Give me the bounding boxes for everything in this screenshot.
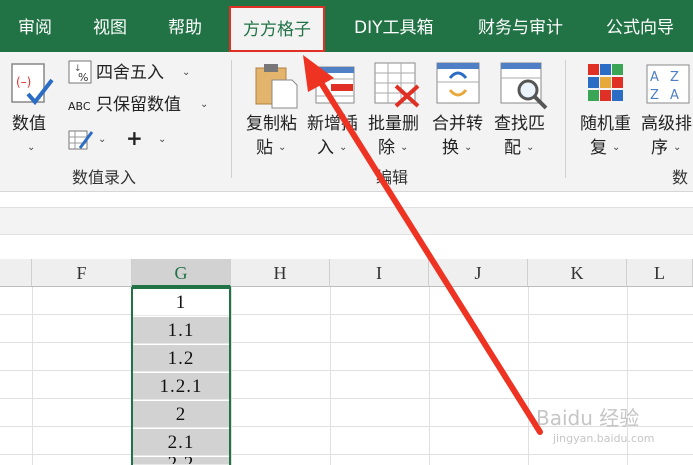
advanced-sort-label-2[interactable]: 序 xyxy=(651,136,668,160)
insert-row-icon[interactable] xyxy=(315,66,357,110)
tab-diy-toolbox[interactable]: DIY工具箱 xyxy=(354,0,434,52)
chevron-down-icon[interactable]: ⌄ xyxy=(182,61,190,85)
edit-table-icon[interactable] xyxy=(68,128,94,156)
tab-formula-wizard[interactable]: 公式向导 xyxy=(606,0,674,52)
svg-text:Z: Z xyxy=(670,70,679,85)
chevron-down-icon[interactable]: ⌄ xyxy=(612,136,620,160)
column-header-partial xyxy=(0,259,32,287)
plus-button[interactable]: + xyxy=(126,126,143,150)
cell-g2[interactable]: 1.1 xyxy=(132,317,230,344)
search-match-icon[interactable] xyxy=(500,62,548,114)
chevron-down-icon[interactable]: ⌄ xyxy=(98,128,106,152)
svg-text:A: A xyxy=(670,88,679,103)
batch-delete-label-2[interactable]: 除 xyxy=(378,136,395,160)
advanced-sort-label-1[interactable]: 高级排 xyxy=(641,112,692,136)
percent-calc-icon[interactable]: ↓ % xyxy=(68,60,92,88)
round-button[interactable]: 四舍五入 xyxy=(96,61,164,85)
tab-review[interactable]: 审阅 xyxy=(18,0,52,52)
column-header-i[interactable]: I xyxy=(330,259,429,287)
group-label-edit: 编辑 xyxy=(376,168,409,187)
svg-text:(–): (–) xyxy=(16,75,31,89)
ribbon-panel: (–) 数值 ⌄ ↓ % 四舍五入 ⌄ ABC 只保留数值 ⌄ ⌄ + ⌄ 数值… xyxy=(0,52,693,192)
new-insert-label-2[interactable]: 入 xyxy=(317,136,334,160)
chevron-down-icon[interactable]: ⌄ xyxy=(158,128,166,152)
group-separator xyxy=(231,60,232,178)
column-header-k[interactable]: K xyxy=(528,259,627,287)
tab-fangfang-gezi[interactable]: 方方格子 xyxy=(229,6,325,52)
group-label-data: 数 xyxy=(672,168,689,187)
chevron-down-icon[interactable]: ⌄ xyxy=(339,136,347,160)
formula-bar[interactable] xyxy=(0,207,693,235)
cell-g3[interactable]: 1.2 xyxy=(132,345,230,372)
numeric-button-label[interactable]: 数值 xyxy=(12,112,46,136)
merge-convert-icon[interactable] xyxy=(436,62,482,110)
group-label-numeric: 数值录入 xyxy=(72,168,137,187)
cell-g7[interactable]: 2.2 xyxy=(132,457,230,465)
copy-paste-label-1[interactable]: 复制粘 xyxy=(246,112,297,136)
merge-convert-label-1[interactable]: 合并转 xyxy=(432,112,483,136)
svg-text:%: % xyxy=(78,71,88,84)
chevron-down-icon[interactable]: ⌄ xyxy=(464,136,472,160)
column-header-l[interactable]: L xyxy=(627,259,693,287)
formula-bar-area xyxy=(0,193,693,259)
batch-delete-label-1[interactable]: 批量删 xyxy=(368,112,419,136)
group-separator xyxy=(565,60,566,178)
tab-view[interactable]: 视图 xyxy=(93,0,127,52)
lookup-match-label-1[interactable]: 查找匹 xyxy=(494,112,545,136)
copy-paste-label-2[interactable]: 贴 xyxy=(256,136,273,160)
cell-g6[interactable]: 2.1 xyxy=(132,429,230,456)
tab-help[interactable]: 帮助 xyxy=(168,0,202,52)
chevron-down-icon[interactable]: ⌄ xyxy=(278,136,286,160)
chevron-down-icon[interactable]: ⌄ xyxy=(400,136,408,160)
random-repeat-label-2[interactable]: 复 xyxy=(590,136,607,160)
cell-g1[interactable]: 1 xyxy=(132,289,230,316)
tab-finance-audit[interactable]: 财务与审计 xyxy=(478,0,563,52)
random-color-icon[interactable] xyxy=(586,62,626,110)
chevron-down-icon[interactable]: ⌄ xyxy=(673,136,681,160)
svg-text:A: A xyxy=(650,70,659,85)
ribbon-tab-bar: 审阅 视图 帮助 方方格子 DIY工具箱 财务与审计 公式向导 xyxy=(0,0,693,52)
new-insert-label-1[interactable]: 新增插 xyxy=(307,112,358,136)
column-header-h[interactable]: H xyxy=(231,259,330,287)
sort-az-icon[interactable]: A Z Z A xyxy=(646,64,690,110)
lookup-match-label-2[interactable]: 配 xyxy=(504,136,521,160)
column-header-j[interactable]: J xyxy=(429,259,528,287)
clipboard-icon[interactable] xyxy=(254,62,298,114)
abc-icon: ABC xyxy=(68,100,91,113)
keep-value-button[interactable]: 只保留数值 xyxy=(96,93,181,117)
watermark-logo: Baidu 经验 xyxy=(536,406,640,430)
merge-convert-label-2[interactable]: 换 xyxy=(442,136,459,160)
chevron-down-icon[interactable]: ⌄ xyxy=(200,93,208,117)
watermark-url: jingyan.baidu.com xyxy=(553,432,655,445)
random-repeat-label-1[interactable]: 随机重 xyxy=(580,112,631,136)
column-header-g[interactable]: G xyxy=(132,259,231,287)
cell-g5[interactable]: 2 xyxy=(132,401,230,428)
chevron-down-icon[interactable]: ⌄ xyxy=(27,136,35,160)
delete-grid-icon[interactable] xyxy=(374,62,420,112)
svg-text:Z: Z xyxy=(650,88,659,103)
formula-check-icon[interactable]: (–) xyxy=(10,62,54,112)
chevron-down-icon[interactable]: ⌄ xyxy=(526,136,534,160)
column-header-f[interactable]: F xyxy=(32,259,132,287)
cell-g4[interactable]: 1.2.1 xyxy=(132,373,230,400)
